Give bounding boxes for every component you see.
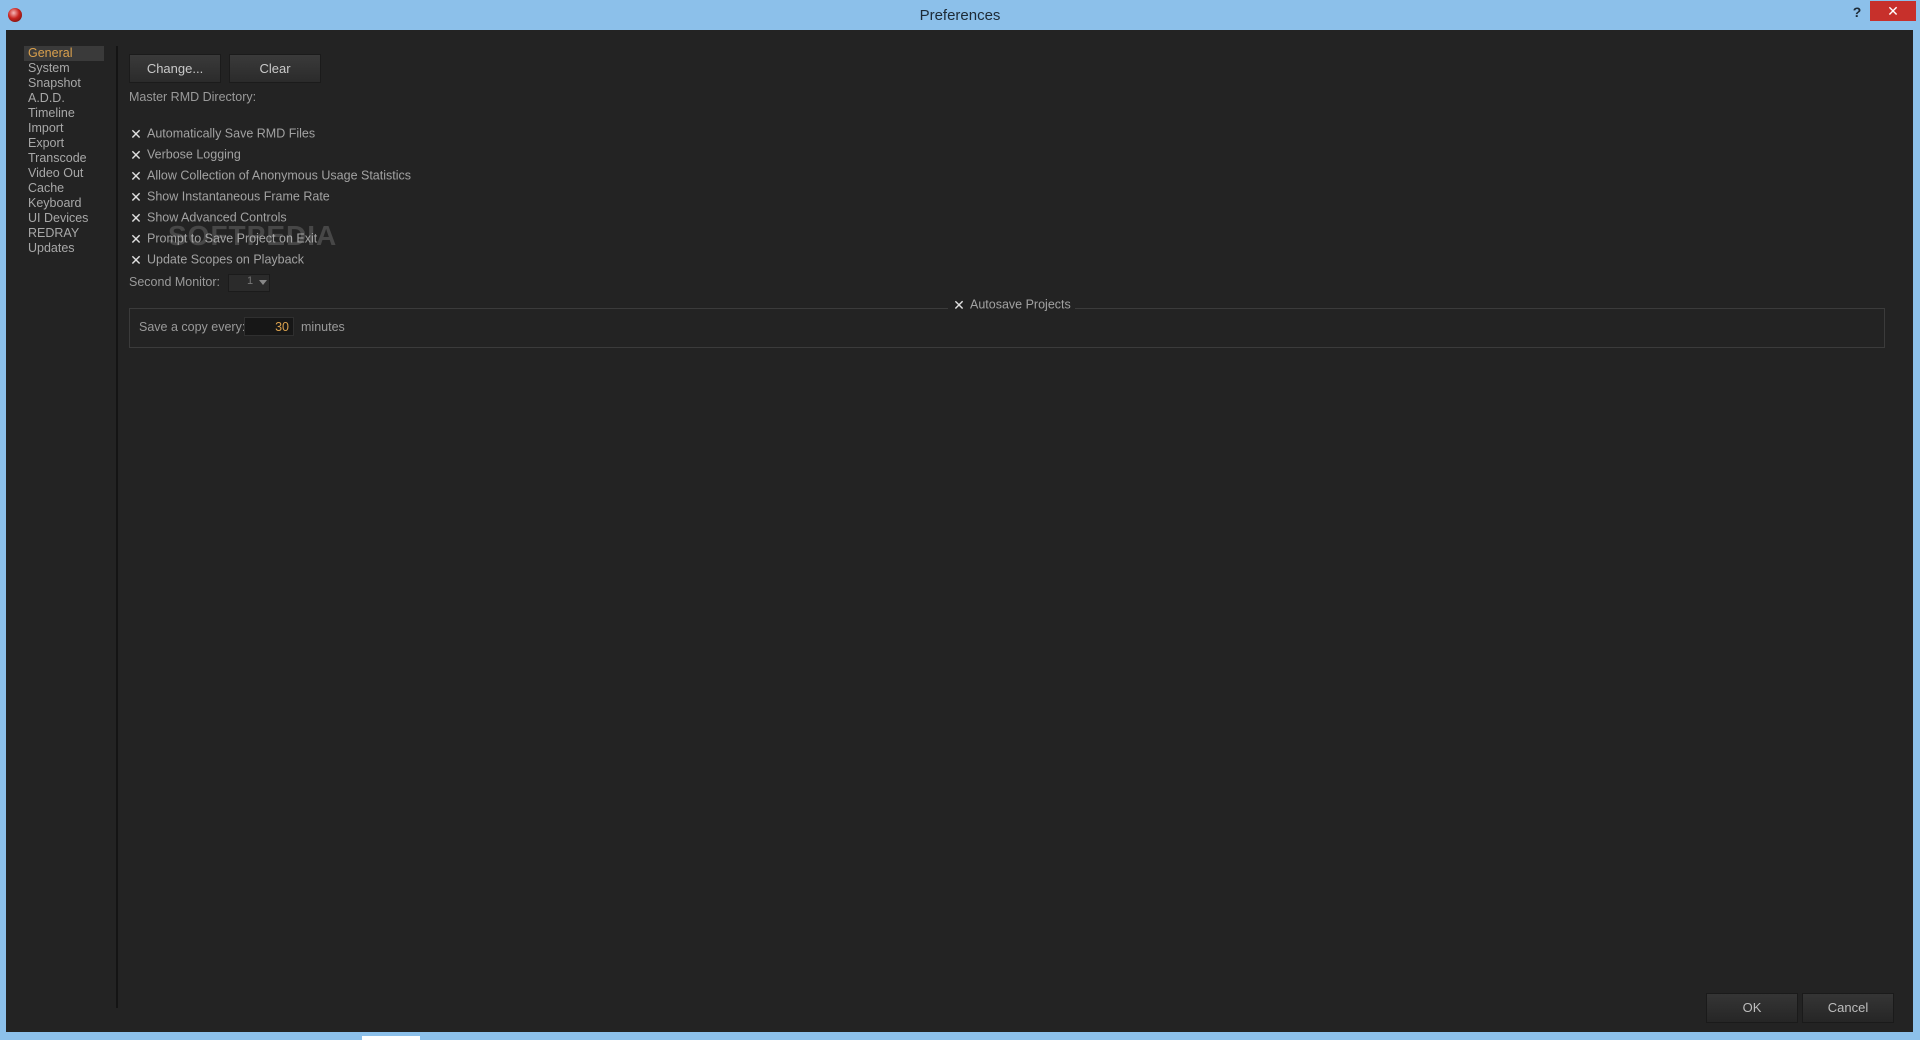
sidebar-item-system[interactable]: System — [24, 61, 104, 76]
clear-button[interactable]: Clear — [229, 54, 321, 83]
help-button[interactable]: ? — [1846, 2, 1868, 22]
check-icon[interactable]: ✕ — [129, 253, 143, 267]
sidebar-item-redray[interactable]: REDRAY — [24, 226, 104, 241]
autosave-groupbox — [129, 308, 1885, 348]
sidebar-item-keyboard[interactable]: Keyboard — [24, 196, 104, 211]
check-icon[interactable]: ✕ — [129, 232, 143, 246]
window-bottom-border — [0, 1032, 1920, 1040]
check-icon[interactable]: ✕ — [129, 211, 143, 225]
checkbox-update-scopes[interactable]: ✕ Update Scopes on Playback — [129, 251, 304, 267]
sidebar-item-add[interactable]: A.D.D. — [24, 91, 104, 106]
master-rmd-directory-label: Master RMD Directory: — [129, 90, 257, 104]
second-monitor-select[interactable]: 1 — [228, 274, 270, 292]
sidebar-item-cache[interactable]: Cache — [24, 181, 104, 196]
title-bar: Preferences ? ✕ — [0, 0, 1920, 30]
chevron-down-icon — [259, 280, 267, 285]
checkbox-label: Verbose Logging — [147, 147, 241, 162]
window-title: Preferences — [919, 7, 1001, 24]
sidebar-item-updates[interactable]: Updates — [24, 241, 104, 256]
watermark: SOFTPEDIA — [168, 220, 338, 251]
checkbox-label: Show Instantaneous Frame Rate — [147, 189, 330, 204]
sidebar-item-video-out[interactable]: Video Out — [24, 166, 104, 181]
sidebar-item-snapshot[interactable]: Snapshot — [24, 76, 104, 91]
close-button[interactable]: ✕ — [1870, 1, 1916, 21]
change-button[interactable]: Change... — [129, 54, 221, 83]
minutes-label: minutes — [301, 320, 345, 334]
check-icon[interactable]: ✕ — [952, 298, 966, 312]
check-icon[interactable]: ✕ — [129, 190, 143, 204]
checkbox-auto-save-rmd[interactable]: ✕ Automatically Save RMD Files — [129, 125, 315, 141]
checkbox-verbose-logging[interactable]: ✕ Verbose Logging — [129, 146, 241, 162]
check-icon[interactable]: ✕ — [129, 169, 143, 183]
cancel-button[interactable]: Cancel — [1802, 993, 1894, 1023]
taskbar-indicator — [362, 1036, 420, 1040]
save-copy-label: Save a copy every: — [139, 320, 246, 334]
check-icon[interactable]: ✕ — [129, 148, 143, 162]
check-icon[interactable]: ✕ — [129, 127, 143, 141]
checkbox-anonymous-stats[interactable]: ✕ Allow Collection of Anonymous Usage Sta… — [129, 167, 411, 183]
autosave-checkbox[interactable]: ✕ Autosave Projects — [948, 296, 1075, 312]
preferences-dialog: General System Snapshot A.D.D. Timeline … — [6, 30, 1913, 1032]
sidebar-item-ui-devices[interactable]: UI Devices — [24, 211, 104, 226]
sidebar-item-export[interactable]: Export — [24, 136, 104, 151]
sidebar-item-transcode[interactable]: Transcode — [24, 151, 104, 166]
checkbox-label: Update Scopes on Playback — [147, 252, 305, 267]
sidebar-item-import[interactable]: Import — [24, 121, 104, 136]
checkbox-label: Allow Collection of Anonymous Usage Stat… — [147, 168, 412, 183]
second-monitor-value: 1 — [247, 275, 254, 287]
sidebar-item-general[interactable]: General — [24, 46, 104, 61]
second-monitor-label: Second Monitor: — [129, 275, 221, 289]
autosave-interval-input[interactable]: 30 — [244, 317, 294, 336]
checkbox-instant-frame-rate[interactable]: ✕ Show Instantaneous Frame Rate — [129, 188, 330, 204]
checkbox-label: Automatically Save RMD Files — [147, 126, 316, 141]
sidebar: General System Snapshot A.D.D. Timeline … — [24, 46, 118, 1008]
ok-button[interactable]: OK — [1706, 993, 1798, 1023]
sidebar-item-timeline[interactable]: Timeline — [24, 106, 104, 121]
autosave-label: Autosave Projects — [970, 297, 1071, 312]
